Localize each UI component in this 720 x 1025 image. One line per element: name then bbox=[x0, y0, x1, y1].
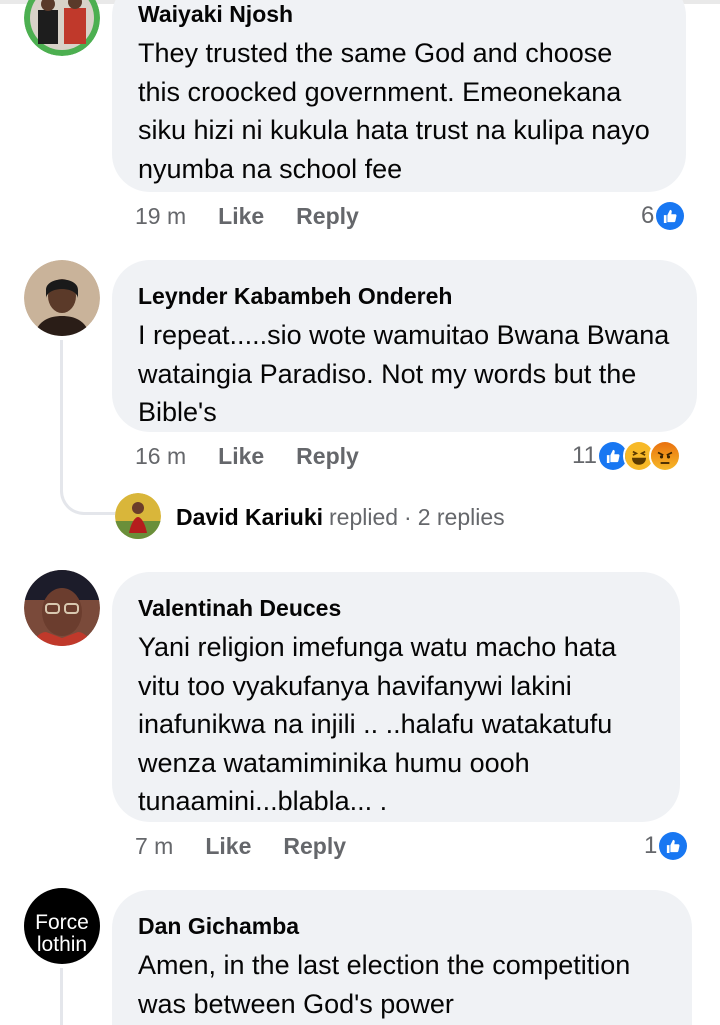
replies-count: 2 replies bbox=[417, 503, 505, 530]
avatar-leynder-kabambeh-ondereh[interactable] bbox=[24, 260, 100, 336]
comment-text: Amen, in the last election the competiti… bbox=[138, 950, 631, 1019]
avatar-waiyaki-njosh[interactable] bbox=[24, 0, 100, 56]
thread-connector bbox=[60, 340, 118, 515]
avatar-photo bbox=[24, 260, 100, 336]
avatar-photo bbox=[24, 570, 100, 646]
comment-author[interactable]: Valentinah Deuces bbox=[138, 594, 654, 622]
comment-text: They trusted the same God and choose thi… bbox=[138, 38, 650, 184]
reaction-count: 11 bbox=[572, 442, 597, 469]
comment-timestamp[interactable]: 16 m bbox=[135, 443, 186, 470]
reaction-summary[interactable]: 1 bbox=[644, 829, 690, 863]
comment-bubble: Dan Gichamba Amen, in the last election … bbox=[112, 890, 692, 1025]
reaction-count: 6 bbox=[641, 202, 655, 229]
comment-author[interactable]: Dan Gichamba bbox=[138, 912, 666, 940]
comment-actions: 19 m Like Reply bbox=[135, 199, 391, 233]
comment-text: Yani religion imefunga watu macho hata v… bbox=[138, 632, 617, 816]
comment-bubble: Waiyaki Njosh They trusted the same God … bbox=[112, 0, 686, 192]
avatar-photo bbox=[24, 0, 100, 56]
comment-text: I repeat.....sio wote wamuitao Bwana Bwa… bbox=[138, 320, 670, 427]
angry-icon bbox=[648, 440, 681, 472]
replied-verb: replied bbox=[329, 503, 399, 530]
reply-button[interactable]: Reply bbox=[296, 203, 359, 230]
comment-actions: 16 m Like Reply bbox=[135, 439, 391, 473]
like-button[interactable]: Like bbox=[218, 443, 264, 470]
comment-actions: 7 m Like Reply bbox=[135, 829, 378, 863]
comment-timestamp[interactable]: 19 m bbox=[135, 203, 186, 230]
replies-link[interactable]: David Kariuki replied · 2 replies bbox=[176, 500, 505, 534]
separator-dot: · bbox=[404, 503, 412, 530]
comment-author[interactable]: Waiyaki Njosh bbox=[138, 0, 660, 28]
reply-button[interactable]: Reply bbox=[296, 443, 359, 470]
like-button[interactable]: Like bbox=[205, 833, 251, 860]
avatar-dan-gichamba[interactable]: Force lothin bbox=[24, 888, 100, 964]
comment-bubble: Leynder Kabambeh Ondereh I repeat.....si… bbox=[112, 260, 697, 432]
avatar-valentinah-deuces[interactable] bbox=[24, 570, 100, 646]
avatar-logo-line1: Force bbox=[35, 911, 89, 934]
comment-timestamp[interactable]: 7 m bbox=[135, 833, 173, 860]
comment-bubble: Valentinah Deuces Yani religion imefunga… bbox=[112, 572, 680, 822]
avatar-logo: Force lothin bbox=[24, 912, 100, 956]
avatar-photo bbox=[115, 493, 161, 539]
like-icon bbox=[654, 200, 687, 232]
thread-connector bbox=[60, 968, 63, 1025]
reaction-summary[interactable]: 11 bbox=[572, 439, 681, 473]
replier-name: David Kariuki bbox=[176, 503, 323, 530]
comment-author[interactable]: Leynder Kabambeh Ondereh bbox=[138, 282, 671, 310]
reaction-count: 1 bbox=[644, 832, 658, 859]
reply-button[interactable]: Reply bbox=[283, 833, 346, 860]
avatar-david-kariuki[interactable] bbox=[115, 493, 161, 539]
reaction-summary[interactable]: 6 bbox=[641, 199, 687, 233]
comments-feed: Waiyaki Njosh They trusted the same God … bbox=[0, 0, 720, 1025]
avatar-logo-line2: lothin bbox=[36, 933, 88, 956]
like-button[interactable]: Like bbox=[218, 203, 264, 230]
like-icon bbox=[657, 830, 690, 862]
